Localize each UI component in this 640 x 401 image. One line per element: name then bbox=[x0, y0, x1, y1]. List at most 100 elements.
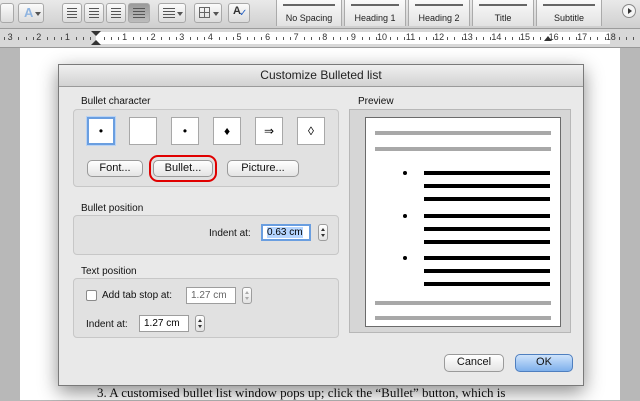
bullet-option-5[interactable]: ⇒ bbox=[255, 117, 283, 145]
bullet-position-label: Bullet position bbox=[81, 203, 144, 214]
text-indent-stepper[interactable] bbox=[195, 315, 205, 332]
checkmark-icon: ✓ bbox=[239, 8, 248, 19]
style-heading-1[interactable]: Heading 1 bbox=[344, 0, 406, 26]
preview-bullet-line bbox=[424, 171, 550, 175]
align-left-button[interactable] bbox=[62, 3, 82, 23]
styles-button[interactable] bbox=[0, 3, 14, 23]
ruler-number: 10 bbox=[376, 32, 388, 42]
ruler-tick bbox=[390, 37, 392, 40]
style-no-spacing[interactable]: No Spacing bbox=[276, 0, 342, 26]
bullet-character-label: Bullet character bbox=[81, 96, 151, 107]
ruler-tick bbox=[111, 37, 113, 40]
borders-button[interactable] bbox=[194, 3, 222, 23]
ruler-tick bbox=[139, 37, 141, 40]
ruler-tick bbox=[311, 37, 313, 40]
align-center-button[interactable] bbox=[84, 3, 104, 23]
chevron-down-icon bbox=[177, 12, 183, 16]
style-subtitle[interactable]: Subtitle bbox=[536, 0, 602, 26]
ruler-tick bbox=[318, 37, 320, 40]
tab-stop-input[interactable]: 1.27 cm bbox=[186, 287, 236, 304]
preview-frame bbox=[349, 109, 571, 333]
ruler-tick bbox=[232, 37, 234, 40]
justify-icon bbox=[133, 8, 145, 18]
preview-bullet-icon bbox=[403, 171, 407, 175]
ok-button[interactable]: OK bbox=[515, 354, 573, 372]
align-right-button[interactable] bbox=[106, 3, 126, 23]
ruler-tick bbox=[75, 37, 77, 40]
preview-bullet-line bbox=[424, 269, 550, 273]
ruler-number: 3 bbox=[179, 32, 185, 42]
text-effects-button[interactable]: A bbox=[18, 3, 44, 23]
bullet-indent-input[interactable]: 0.63 cm bbox=[261, 224, 311, 241]
ruler-tick bbox=[340, 37, 341, 40]
preview-bullet-line bbox=[424, 256, 550, 260]
picture-button[interactable]: Picture... bbox=[227, 160, 299, 177]
line-spacing-icon bbox=[163, 8, 175, 18]
ruler-tick bbox=[204, 37, 206, 40]
ruler-tick bbox=[368, 37, 370, 40]
indent-marker-icon[interactable] bbox=[91, 31, 101, 45]
format-painter-button[interactable]: A ✓ bbox=[228, 3, 250, 23]
ruler-tick bbox=[25, 37, 27, 40]
preview-page bbox=[365, 117, 561, 327]
ruler-number: 5 bbox=[236, 32, 242, 42]
ruler-tick bbox=[540, 37, 542, 40]
text-position-label: Text position bbox=[81, 266, 137, 277]
ruler-tick bbox=[54, 37, 55, 40]
preview-bullet-line bbox=[424, 240, 550, 244]
styles-next-icon[interactable] bbox=[622, 4, 636, 18]
cancel-button[interactable]: Cancel bbox=[444, 354, 504, 372]
style-label: Subtitle bbox=[553, 13, 585, 23]
add-tab-stop-label: Add tab stop at: bbox=[102, 290, 173, 301]
ruler-tick bbox=[104, 37, 106, 40]
ruler-tick bbox=[175, 37, 177, 40]
document-instruction-text: 3. A customised bullet list window pops … bbox=[97, 385, 506, 400]
style-label: Title bbox=[494, 13, 512, 23]
ruler-tick bbox=[282, 37, 284, 40]
preview-line bbox=[375, 301, 551, 305]
ruler-number: 8 bbox=[322, 32, 328, 42]
ruler-number: 13 bbox=[462, 32, 473, 42]
preview-bullet-line bbox=[424, 184, 550, 188]
text-indent-label: Indent at: bbox=[86, 319, 128, 330]
tab-stop-icon[interactable] bbox=[544, 36, 552, 42]
ruler-tick bbox=[425, 37, 427, 40]
bullet-indent-value: 0.63 cm bbox=[267, 227, 303, 238]
ruler-number: 11 bbox=[405, 32, 416, 42]
justify-button[interactable] bbox=[128, 3, 150, 23]
ruler-tick bbox=[332, 37, 334, 40]
style-label: No Spacing bbox=[285, 13, 333, 23]
ruler-tick bbox=[168, 37, 170, 40]
ruler-tick bbox=[626, 37, 627, 40]
ruler-tick bbox=[32, 37, 34, 40]
font-button[interactable]: Font... bbox=[87, 160, 143, 177]
bullet-option-4[interactable]: ♦ bbox=[213, 117, 241, 145]
preview-bullet-line bbox=[424, 197, 550, 201]
bullet-option-6[interactable]: ◊ bbox=[297, 117, 325, 145]
preview-bullet-line bbox=[424, 214, 550, 218]
style-title[interactable]: Title bbox=[472, 0, 534, 26]
bullet-option-3[interactable]: • bbox=[171, 117, 199, 145]
style-heading-2[interactable]: Heading 2 bbox=[408, 0, 470, 26]
ruler-tick bbox=[518, 37, 520, 40]
text-indent-input[interactable]: 1.27 cm bbox=[139, 315, 189, 332]
ruler-number: 2 bbox=[36, 32, 42, 42]
bullet-indent-stepper[interactable] bbox=[318, 224, 328, 241]
bullet-option-1[interactable]: • bbox=[87, 117, 115, 145]
ruler[interactable]: 3 2 1 1 2 3 4 5 6 7 8 9 10 11 12 13 14 15 16 17 18 bbox=[0, 29, 640, 48]
ruler-tick bbox=[347, 37, 349, 40]
preview-bullet-icon bbox=[403, 214, 407, 218]
ruler-tick bbox=[261, 37, 263, 40]
style-label: Heading 2 bbox=[418, 13, 460, 23]
ruler-tick bbox=[218, 37, 220, 40]
line-spacing-button[interactable] bbox=[158, 3, 186, 23]
tab-stop-stepper[interactable] bbox=[242, 287, 252, 304]
ruler-tick bbox=[597, 37, 599, 40]
preview-bullet-line bbox=[424, 227, 550, 231]
chevron-down-icon bbox=[35, 12, 41, 16]
preview-bullet-line bbox=[424, 282, 550, 286]
ruler-tick bbox=[504, 37, 506, 40]
add-tab-stop-checkbox[interactable] bbox=[86, 290, 97, 301]
bullet-option-2[interactable] bbox=[129, 117, 157, 145]
ruler-number: 14 bbox=[491, 32, 502, 42]
